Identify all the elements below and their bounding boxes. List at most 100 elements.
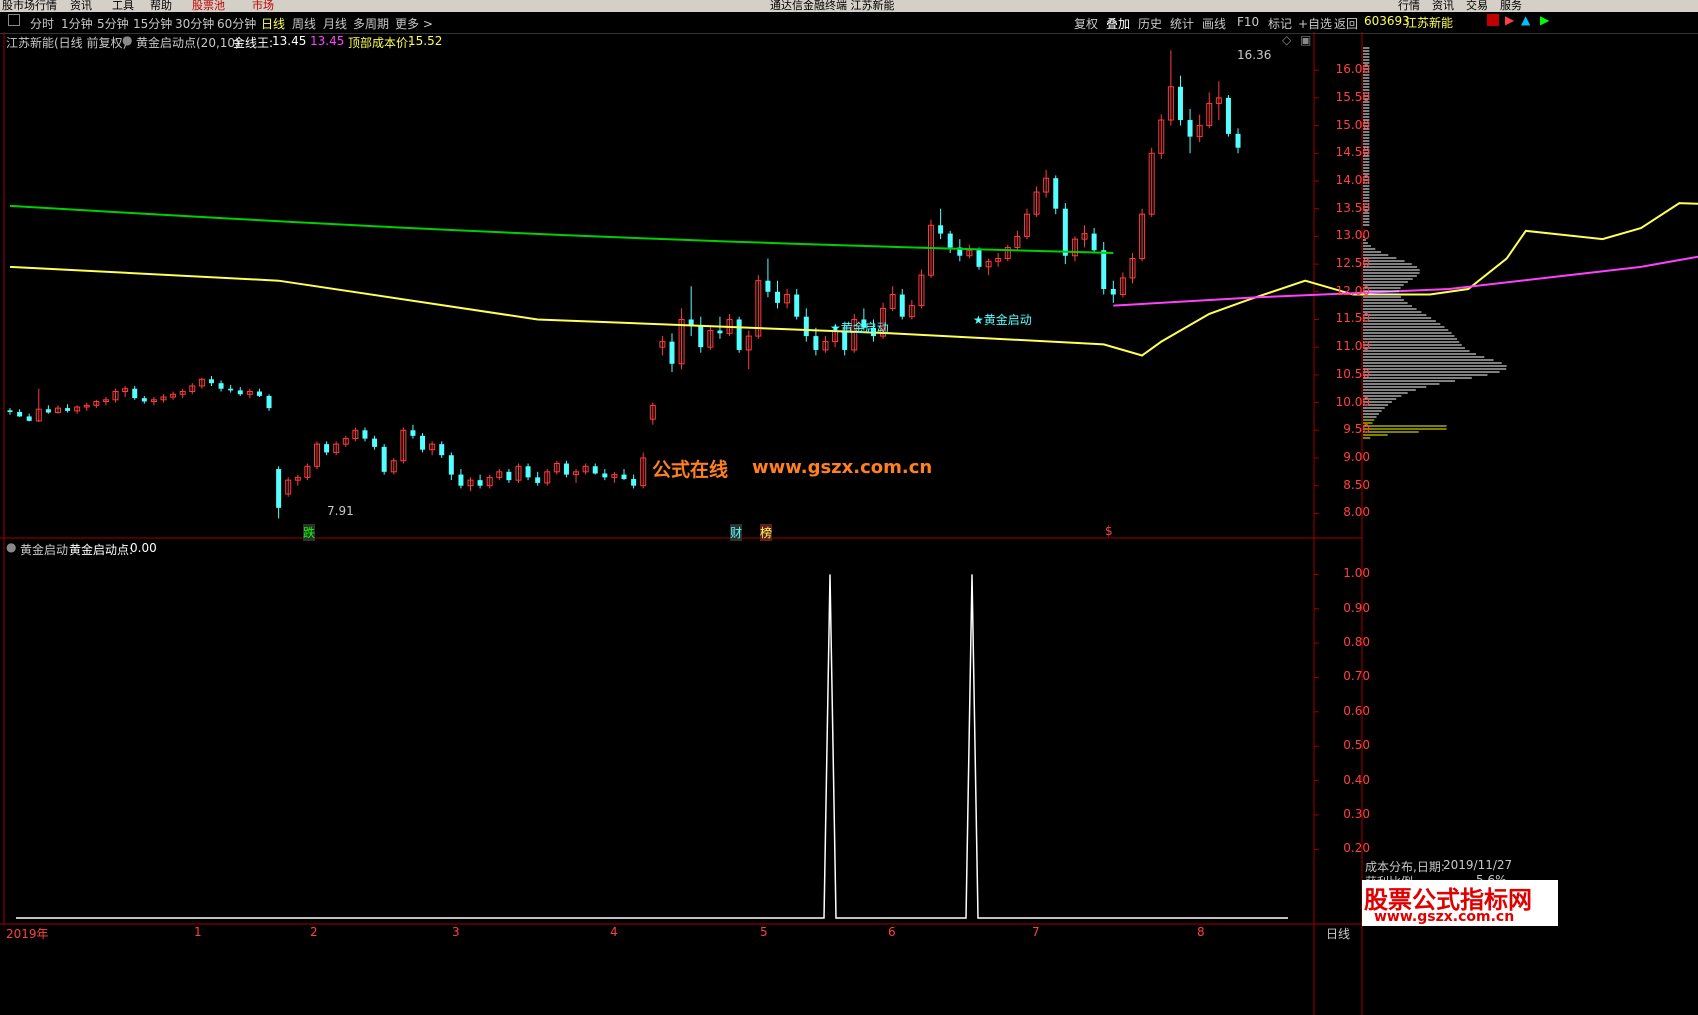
candle-body <box>439 444 445 456</box>
candle-body <box>324 444 330 453</box>
candle-body <box>506 471 512 481</box>
signal-label-2: ★黄金启动 <box>973 313 1032 327</box>
candle-body <box>1235 133 1241 148</box>
candle-body <box>256 391 262 396</box>
watermark-center-url: www.gszx.com.cn <box>752 457 933 478</box>
x-label-5: 5 <box>760 925 768 939</box>
x-label-6: 6 <box>888 925 896 939</box>
candle-body <box>1053 178 1059 209</box>
candle-body <box>976 250 982 267</box>
candle-body <box>218 383 224 389</box>
candle-body <box>26 416 32 421</box>
candle-body <box>669 341 675 364</box>
sub-tick-label: 1.00 <box>1343 566 1370 581</box>
candle-body <box>458 474 464 486</box>
x-label-year: 2019年 <box>6 927 49 941</box>
x-label-4: 4 <box>610 925 618 939</box>
candle-body <box>736 319 742 350</box>
candle-body <box>1187 120 1193 137</box>
price-tick-label: 11.50 <box>1335 311 1370 326</box>
candle-body <box>7 410 13 412</box>
candle-body <box>592 466 598 474</box>
candle-body <box>208 379 214 384</box>
candle-body <box>794 294 800 317</box>
price-tick-label: 8.50 <box>1343 477 1370 492</box>
signal-label-1: ★黄金启动 <box>830 321 889 335</box>
x-label-1: 1 <box>194 925 202 939</box>
price-tick-label: 13.00 <box>1335 228 1370 243</box>
candle-body <box>621 474 627 480</box>
candle-body <box>1110 289 1116 295</box>
sub-tick-label: 0.60 <box>1343 703 1370 718</box>
event-marker-dollar[interactable]: $ <box>1105 524 1113 538</box>
watermark-corner-url: www.gszx.com.cn <box>1374 909 1515 925</box>
ma-magenta-line <box>1113 255 1698 307</box>
candle-body <box>938 225 944 234</box>
candle-body <box>1101 250 1107 289</box>
price-tick-label: 15.50 <box>1335 89 1370 104</box>
sub-tick-label: 0.30 <box>1343 806 1370 821</box>
x-label-3: 3 <box>452 925 460 939</box>
candle-body <box>266 395 272 409</box>
candle-body <box>45 409 51 413</box>
cost-dist-date: 2019/11/27 <box>1443 858 1513 872</box>
price-tick-label: 12.00 <box>1335 283 1370 298</box>
x-label-8: 8 <box>1197 925 1205 939</box>
price-tick-label: 15.00 <box>1335 117 1370 132</box>
price-tick-label: 16.00 <box>1335 62 1370 77</box>
candle-body <box>899 294 905 317</box>
price-tick-label: 14.50 <box>1335 145 1370 160</box>
event-marker-finance[interactable]: 财 <box>730 524 743 541</box>
price-tick-label: 9.50 <box>1343 422 1370 437</box>
candle-body <box>228 388 234 391</box>
candle-body <box>381 446 387 472</box>
candle-body <box>237 390 243 395</box>
candle-body <box>410 430 416 436</box>
sub-tick-label: 0.80 <box>1343 635 1370 650</box>
sub-tick-label: 0.50 <box>1343 738 1370 753</box>
candle-body <box>1091 233 1097 251</box>
candle-body <box>765 280 771 292</box>
x-label-2: 2 <box>310 925 318 939</box>
sub-tick-label: 0.90 <box>1343 600 1370 615</box>
x-period-label: 日线 <box>1326 927 1351 941</box>
candle-body <box>688 319 694 326</box>
candle-body <box>1062 208 1068 256</box>
sub-tick-label: 0.20 <box>1343 841 1370 856</box>
candle-body <box>1177 86 1183 121</box>
x-label-7: 7 <box>1032 925 1040 939</box>
sub-tick-label: 0.70 <box>1343 669 1370 684</box>
candle-body <box>563 463 569 475</box>
candle-body <box>477 480 483 486</box>
candle-body <box>602 473 608 478</box>
low-price-label: 7.91 <box>327 504 354 518</box>
sub-tick-label: 0.40 <box>1343 772 1370 787</box>
event-marker-list[interactable]: 榜 <box>760 524 773 541</box>
high-price-label: 16.36 <box>1237 48 1272 62</box>
price-tick-label: 9.00 <box>1343 449 1370 464</box>
price-tick-label: 10.00 <box>1335 394 1370 409</box>
candle-body <box>631 479 637 486</box>
price-tick-label: 10.50 <box>1335 366 1370 381</box>
price-tick-label: 12.50 <box>1335 256 1370 271</box>
event-marker-fall[interactable]: 跌 <box>303 524 316 541</box>
candle-body <box>775 291 781 303</box>
golden-start-signal-line <box>16 574 1288 919</box>
candle-body <box>17 411 23 417</box>
candle-body <box>803 316 809 337</box>
candle-body <box>65 408 71 411</box>
candle-body <box>717 330 723 334</box>
candle-body <box>1225 97 1231 134</box>
price-tick-label: 13.50 <box>1335 200 1370 215</box>
candle-body <box>535 477 541 483</box>
candle-body <box>947 233 953 248</box>
price-tick-label: 14.00 <box>1335 172 1370 187</box>
candle-body <box>420 435 426 450</box>
candle-body <box>525 466 531 478</box>
candle-body <box>141 398 147 402</box>
candle-body <box>448 455 454 475</box>
candle-body <box>813 336 819 350</box>
candle-body <box>362 430 368 439</box>
candle-body <box>276 469 282 508</box>
watermark-center: 公式在线 <box>652 459 729 481</box>
